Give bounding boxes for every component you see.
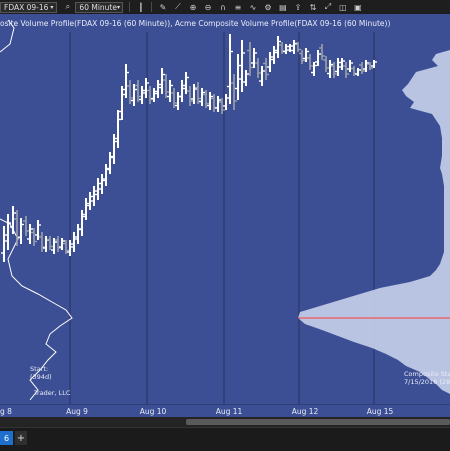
toolbar-divider <box>151 2 153 12</box>
left-start-days: (394d) <box>30 373 52 381</box>
x-tick-label: Aug 10 <box>139 407 167 416</box>
zoom-out-icon[interactable]: ⊖ <box>202 2 213 13</box>
magnet-icon[interactable]: ∩ <box>217 2 228 13</box>
interval-label: 60 Minute <box>79 2 117 12</box>
templates-icon[interactable]: ▤ <box>277 2 288 13</box>
split-icon[interactable]: ◫ <box>337 2 348 13</box>
indicators-icon[interactable]: ∿ <box>247 2 258 13</box>
x-tick-label: Aug 9 <box>66 407 88 416</box>
chart-tab-bar: 6 + <box>0 427 450 451</box>
time-axis[interactable]: g 8 Aug 9 Aug 10 Aug 11 Aug 12 Aug 15 <box>0 404 450 418</box>
composite-start-label: Composite Star <box>404 370 450 378</box>
strategies-icon[interactable]: ⚙ <box>262 2 273 13</box>
copyright-footer: Trader, LLC <box>34 389 71 397</box>
pencil-icon[interactable]: ✎ <box>157 2 168 13</box>
scrollbar-thumb[interactable] <box>186 419 450 425</box>
instrument-selector[interactable]: FDAX 09-16 ▾ <box>0 1 58 13</box>
chart-title: osite Volume Profile(FDAX 09-16 (60 Minu… <box>0 19 391 28</box>
chevron-down-icon: ▾ <box>50 3 54 11</box>
zoom-in-icon[interactable]: ⊕ <box>187 2 198 13</box>
chart-tab[interactable]: 6 <box>0 431 13 445</box>
magnifier-icon[interactable]: ⌕ <box>62 2 73 13</box>
horizontal-scrollbar[interactable] <box>0 417 450 427</box>
share-icon[interactable]: ⇪ <box>292 2 303 13</box>
chart-trader-icon[interactable]: ⇅ <box>307 2 318 13</box>
chart-panel[interactable]: osite Volume Profile(FDAX 09-16 (60 Minu… <box>0 14 450 404</box>
x-tick-label: Aug 12 <box>291 407 319 416</box>
left-start-label: Start: <box>30 365 49 373</box>
x-tick-label: g 8 <box>0 407 12 416</box>
fullscreen-icon[interactable]: ⤢ <box>322 2 333 13</box>
drawing-icon[interactable]: ⟋ <box>172 2 183 13</box>
add-tab-button[interactable]: + <box>15 431 27 445</box>
bar-type-icon[interactable]: ┃ <box>135 2 146 13</box>
composite-start-note: Composite Star 7/15/2016 (28d <box>404 370 450 386</box>
x-tick-label: Aug 15 <box>366 407 394 416</box>
chevron-down-icon: ▾ <box>116 3 120 11</box>
chart-toolbar: FDAX 09-16 ▾ ⌕ 60 Minute ▾ ┃ ✎ ⟋ ⊕ ⊖ ∩ ≡… <box>0 0 450 15</box>
interval-selector[interactable]: 60 Minute ▾ <box>75 1 124 13</box>
toolbar-divider <box>129 2 131 12</box>
left-profile-start-note: Start: (394d) <box>30 365 52 381</box>
x-tick-label: Aug 11 <box>215 407 243 416</box>
data-box-icon[interactable]: ▣ <box>352 2 363 13</box>
properties-icon[interactable]: ≡ <box>232 2 243 13</box>
price-chart <box>0 19 450 404</box>
composite-start-date: 7/15/2016 (28d <box>404 378 450 386</box>
instrument-label: FDAX 09-16 <box>4 2 49 12</box>
